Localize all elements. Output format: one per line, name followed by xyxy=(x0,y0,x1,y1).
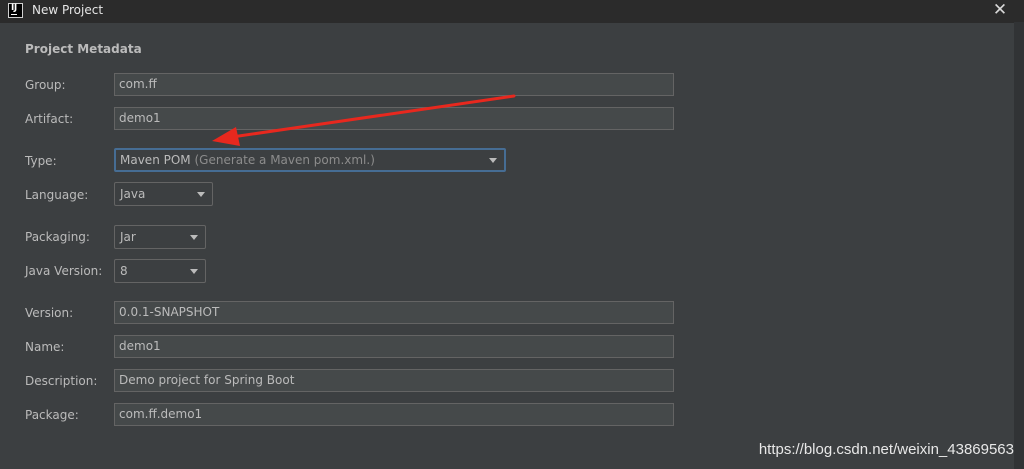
package-field[interactable]: com.ff.demo1 xyxy=(114,403,674,426)
package-label: Package: xyxy=(25,408,79,422)
section-header: Project Metadata xyxy=(25,42,142,56)
type-dropdown[interactable]: Maven POM (Generate a Maven pom.xml.) xyxy=(114,148,506,172)
window-title: New Project xyxy=(32,3,104,17)
type-label: Type: xyxy=(25,154,57,168)
language-dropdown[interactable]: Java xyxy=(114,182,213,206)
packaging-dropdown[interactable]: Jar xyxy=(114,225,206,249)
type-value: Maven POM xyxy=(120,153,191,167)
packaging-label: Packaging: xyxy=(25,230,90,244)
java-version-value: 8 xyxy=(120,264,128,278)
packaging-value: Jar xyxy=(120,230,136,244)
window-edge xyxy=(1014,22,1024,469)
app-icon-letters: IJ xyxy=(11,3,17,13)
name-field[interactable]: demo1 xyxy=(114,335,674,358)
artifact-field[interactable]: demo1 xyxy=(114,107,674,130)
chevron-down-icon xyxy=(190,235,198,240)
chevron-down-icon xyxy=(190,269,198,274)
java-version-label: Java Version: xyxy=(25,264,103,278)
intellij-icon: IJ xyxy=(8,3,23,18)
chevron-down-icon xyxy=(197,192,205,197)
close-icon[interactable]: ✕ xyxy=(989,0,1011,22)
type-description: (Generate a Maven pom.xml.) xyxy=(194,153,375,167)
artifact-label: Artifact: xyxy=(25,112,74,126)
language-label: Language: xyxy=(25,188,89,202)
group-field[interactable]: com.ff xyxy=(114,73,674,96)
name-label: Name: xyxy=(25,340,65,354)
chevron-down-icon xyxy=(489,158,497,163)
watermark: https://blog.csdn.net/weixin_43869563 xyxy=(758,441,1014,458)
language-value: Java xyxy=(120,187,146,201)
title-bar: IJ New Project ✕ xyxy=(0,0,1024,23)
java-version-dropdown[interactable]: 8 xyxy=(114,259,206,283)
description-label: Description: xyxy=(25,374,98,388)
version-label: Version: xyxy=(25,306,74,320)
new-project-dialog: IJ New Project ✕ Project Metadata Group:… xyxy=(0,0,1024,469)
version-field[interactable]: 0.0.1-SNAPSHOT xyxy=(114,301,674,324)
group-label: Group: xyxy=(25,78,66,92)
description-field[interactable]: Demo project for Spring Boot xyxy=(114,369,674,392)
